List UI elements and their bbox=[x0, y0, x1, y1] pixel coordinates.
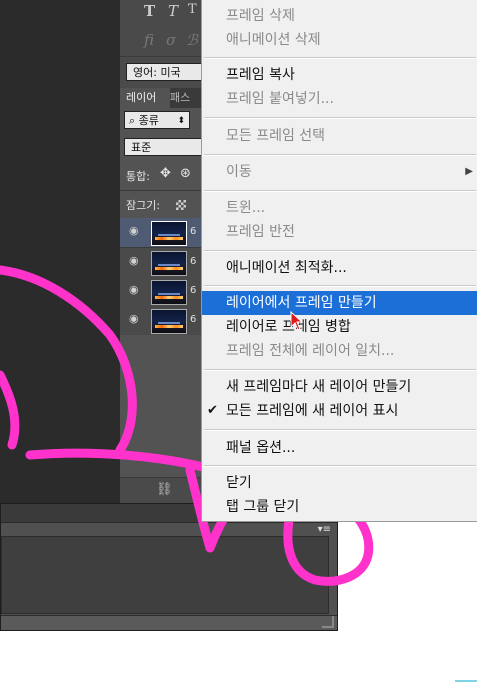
menu-separator bbox=[204, 57, 476, 59]
menu-item-close-tab-group[interactable]: 탭 그룹 닫기 bbox=[202, 495, 477, 519]
menu-item-create-new-layer-each-frame[interactable]: 새 프레임마다 새 레이어 만들기 bbox=[202, 375, 477, 399]
submenu-arrow-icon: ▶ bbox=[465, 166, 473, 177]
menu-item-tween[interactable]: 트윈... bbox=[202, 196, 477, 220]
menu-item-delete-frame[interactable]: 프레임 삭제 bbox=[202, 4, 477, 28]
menu-item-panel-options[interactable]: 패널 옵션... bbox=[202, 436, 477, 460]
menu-item-move[interactable]: 이동 ▶ bbox=[202, 160, 477, 184]
menu-item-delete-animation[interactable]: 애니메이션 삭제 bbox=[202, 28, 477, 52]
menu-item-paste-frame[interactable]: 프레임 붙여넣기... bbox=[202, 87, 477, 111]
menu-item-match-layer-across-frames[interactable]: 프레임 전체에 레이어 일치... bbox=[202, 339, 477, 363]
menu-item-copy-frame[interactable]: 프레임 복사 bbox=[202, 63, 477, 87]
menu-item-reverse-frames[interactable]: 프레임 반전 bbox=[202, 220, 477, 244]
menu-item-flatten-frames-into-layers[interactable]: 레이어로 프레임 병합 bbox=[202, 315, 477, 339]
menu-item-optimize-animation[interactable]: 애니메이션 최적화... bbox=[202, 256, 477, 280]
menu-separator bbox=[204, 250, 476, 252]
menu-separator bbox=[204, 154, 476, 156]
menu-separator bbox=[204, 285, 476, 287]
annotation-stroke bbox=[0, 265, 137, 455]
menu-item-move-label: 이동 bbox=[226, 164, 252, 180]
menu-item-make-frames-from-layers[interactable]: 레이어에서 프레임 만들기 bbox=[202, 291, 477, 315]
context-menu: 프레임 삭제 애니메이션 삭제 프레임 복사 프레임 붙여넣기... 모든 프레… bbox=[201, 0, 477, 522]
menu-item-select-all-frames[interactable]: 모든 프레임 선택 bbox=[202, 124, 477, 148]
annotation-stroke bbox=[0, 370, 20, 450]
menu-separator bbox=[204, 465, 476, 467]
menu-separator bbox=[204, 429, 476, 431]
mouse-cursor-icon bbox=[290, 311, 304, 331]
menu-separator bbox=[204, 190, 476, 192]
menu-item-close[interactable]: 닫기 bbox=[202, 471, 477, 495]
menu-item-new-layers-visible-all-frames[interactable]: ✔ 모든 프레임에 새 레이어 표시 bbox=[202, 399, 477, 423]
checkmark-icon: ✔ bbox=[207, 403, 218, 418]
menu-item-new-layers-visible-label: 모든 프레임에 새 레이어 표시 bbox=[226, 403, 399, 419]
menu-separator bbox=[204, 117, 476, 119]
menu-separator bbox=[204, 369, 476, 371]
